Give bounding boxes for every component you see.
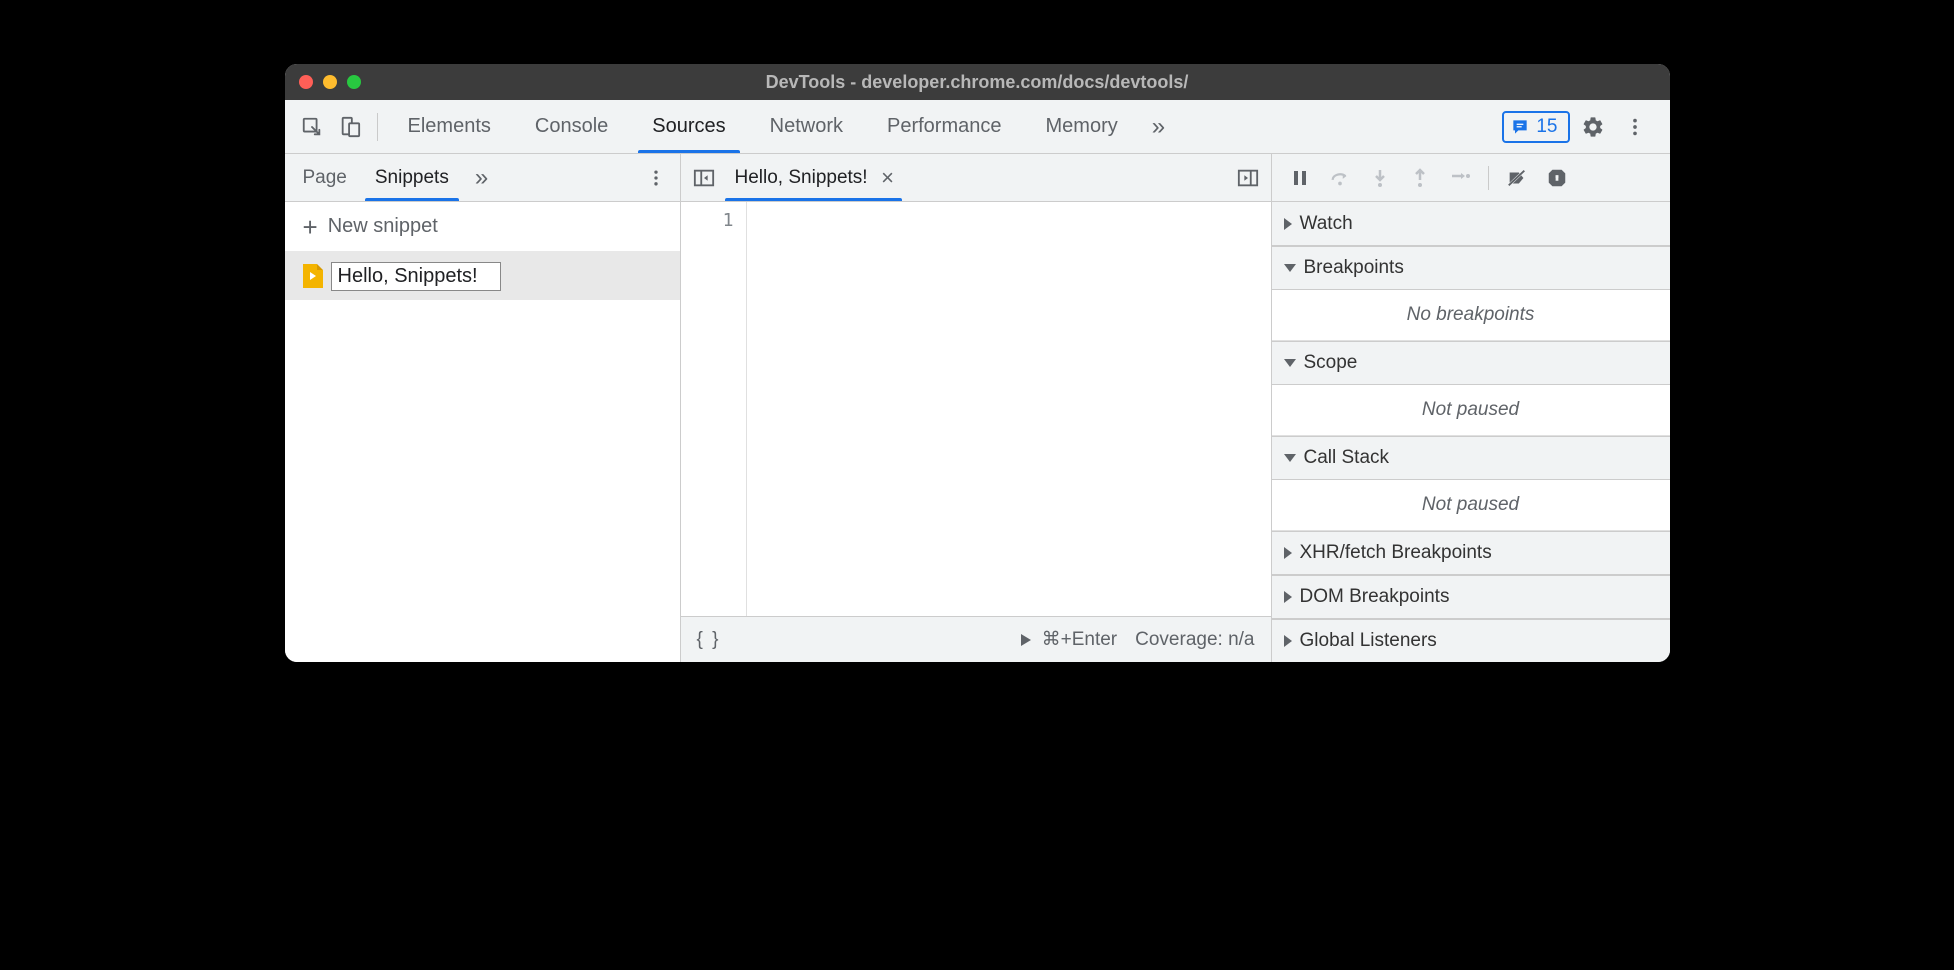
tab-performance[interactable]: Performance (865, 100, 1024, 153)
navigator-panel: Page Snippets » + New snippet (285, 154, 681, 662)
pause-on-exceptions-icon[interactable] (1539, 160, 1575, 196)
toolbar-right: 15 (1502, 108, 1661, 146)
navigator-tabs: Page Snippets » (285, 154, 680, 202)
debugger-divider (1488, 166, 1489, 190)
snippet-file-icon (303, 264, 323, 288)
section-watch[interactable]: Watch (1272, 202, 1670, 246)
main-toolbar: Elements Console Sources Network Perform… (285, 100, 1670, 154)
chevron-right-icon (1284, 635, 1292, 647)
line-gutter: 1 (681, 202, 747, 616)
code-body[interactable] (747, 202, 1271, 616)
line-number: 1 (681, 210, 734, 231)
chevron-right-icon (1284, 218, 1292, 230)
inspect-element-icon[interactable] (293, 108, 331, 146)
navigator-tab-page[interactable]: Page (289, 154, 361, 201)
editor-footer: { } ⌘+Enter Coverage: n/a (681, 616, 1271, 662)
run-hint-label: ⌘+Enter (1042, 628, 1118, 651)
section-breakpoints[interactable]: Breakpoints (1272, 246, 1670, 290)
chevron-down-icon (1284, 454, 1296, 462)
run-snippet-button[interactable]: ⌘+Enter (1018, 628, 1118, 651)
content-area: Page Snippets » + New snippet (285, 154, 1670, 662)
section-scope[interactable]: Scope (1272, 341, 1670, 385)
show-debugger-icon[interactable] (1231, 154, 1265, 201)
editor-tab[interactable]: Hello, Snippets! × (721, 154, 906, 201)
toolbar-divider (377, 113, 378, 141)
message-icon (1510, 117, 1530, 137)
chevron-right-icon (1284, 591, 1292, 603)
editor-tabs-bar: Hello, Snippets! × (681, 154, 1271, 202)
code-editor[interactable]: 1 (681, 202, 1271, 616)
devtools-window: DevTools - developer.chrome.com/docs/dev… (285, 64, 1670, 662)
new-snippet-button[interactable]: + New snippet (285, 202, 680, 252)
chevron-right-icon (1284, 547, 1292, 559)
main-tab-list: Elements Console Sources Network Perform… (386, 100, 1503, 153)
window-close-button[interactable] (299, 75, 313, 89)
chevron-down-icon (1284, 264, 1296, 272)
breakpoints-empty: No breakpoints (1272, 290, 1670, 341)
editor-tab-label: Hello, Snippets! (735, 167, 868, 189)
pretty-print-icon[interactable]: { } (697, 629, 721, 651)
more-menu-icon[interactable] (1616, 108, 1654, 146)
deactivate-breakpoints-icon[interactable] (1499, 160, 1535, 196)
navigator-options-icon[interactable] (636, 158, 676, 198)
show-navigator-icon[interactable] (687, 154, 721, 201)
tab-sources[interactable]: Sources (630, 100, 747, 153)
play-icon (1018, 632, 1034, 648)
device-toolbar-icon[interactable] (331, 108, 369, 146)
issues-badge[interactable]: 15 (1502, 111, 1569, 143)
section-xhr-breakpoints[interactable]: XHR/fetch Breakpoints (1272, 531, 1670, 575)
chevron-down-icon (1284, 359, 1296, 367)
tab-network[interactable]: Network (748, 100, 865, 153)
coverage-label[interactable]: Coverage: n/a (1135, 629, 1254, 651)
section-dom-breakpoints[interactable]: DOM Breakpoints (1272, 575, 1670, 619)
issues-count: 15 (1536, 116, 1557, 138)
section-global-listeners[interactable]: Global Listeners (1272, 619, 1670, 662)
tab-elements[interactable]: Elements (386, 100, 513, 153)
step-over-icon[interactable] (1322, 160, 1358, 196)
close-tab-icon[interactable]: × (878, 165, 898, 191)
step-into-icon[interactable] (1362, 160, 1398, 196)
window-minimize-button[interactable] (323, 75, 337, 89)
section-call-stack[interactable]: Call Stack (1272, 436, 1670, 480)
new-snippet-label: New snippet (328, 215, 438, 238)
step-out-icon[interactable] (1402, 160, 1438, 196)
more-tabs-icon[interactable]: » (1140, 100, 1177, 153)
editor-panel: Hello, Snippets! × 1 { } ⌘+Ente (681, 154, 1272, 662)
settings-icon[interactable] (1574, 108, 1612, 146)
debugger-toolbar (1272, 154, 1670, 202)
window-title: DevTools - developer.chrome.com/docs/dev… (285, 72, 1670, 93)
call-stack-empty: Not paused (1272, 480, 1670, 531)
step-icon[interactable] (1442, 160, 1478, 196)
plus-icon: + (303, 214, 318, 240)
navigator-more-tabs-icon[interactable]: » (463, 164, 500, 192)
titlebar: DevTools - developer.chrome.com/docs/dev… (285, 64, 1670, 100)
window-maximize-button[interactable] (347, 75, 361, 89)
navigator-tab-snippets[interactable]: Snippets (361, 154, 463, 201)
scope-empty: Not paused (1272, 385, 1670, 436)
debugger-panel: Watch Breakpoints No breakpoints Scope N… (1272, 154, 1670, 662)
debugger-accordion: Watch Breakpoints No breakpoints Scope N… (1272, 202, 1670, 662)
traffic-lights (299, 75, 361, 89)
snippet-name-input[interactable] (331, 262, 501, 291)
tab-console[interactable]: Console (513, 100, 630, 153)
tab-memory[interactable]: Memory (1024, 100, 1140, 153)
pause-icon[interactable] (1282, 160, 1318, 196)
snippet-list-item[interactable] (285, 252, 680, 300)
